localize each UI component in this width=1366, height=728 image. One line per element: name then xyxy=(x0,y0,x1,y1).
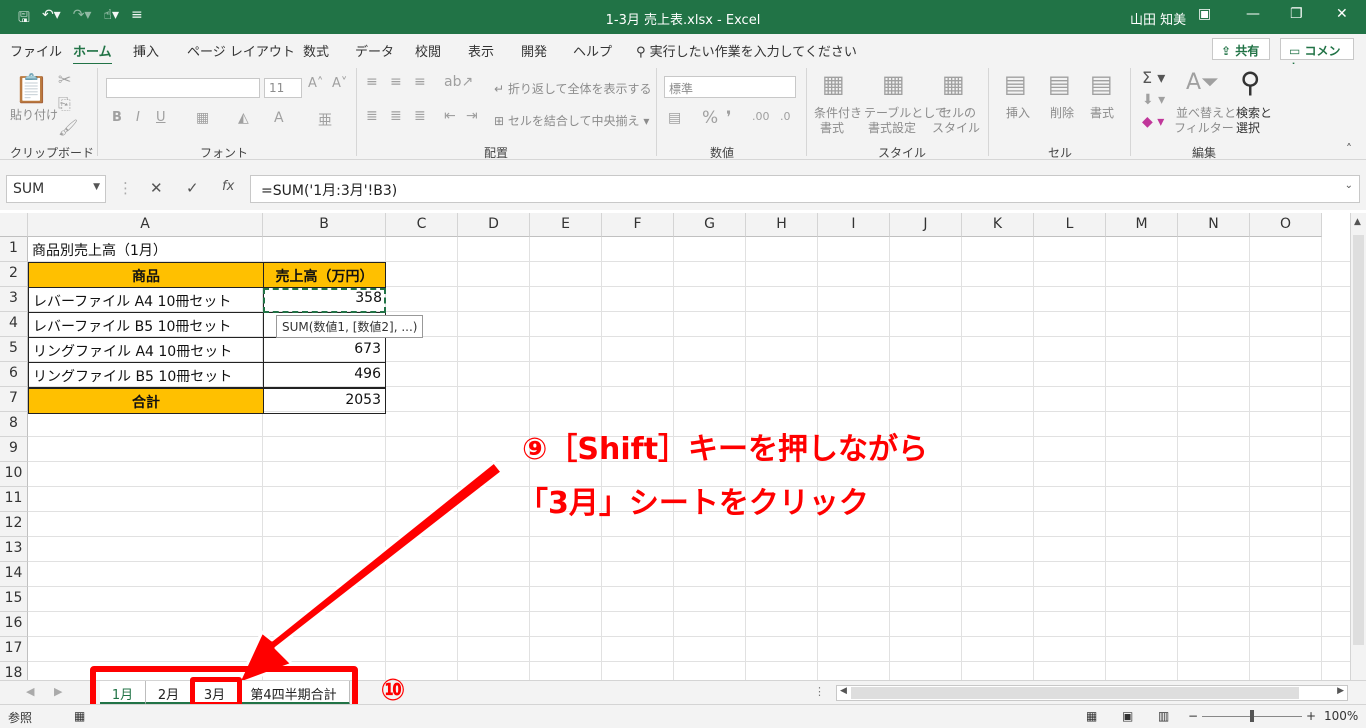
zoom-in-icon[interactable]: + xyxy=(1306,709,1316,723)
macro-record-icon[interactable]: ▦ xyxy=(74,709,85,723)
status-mode: 参照 xyxy=(8,711,33,725)
zoom-slider-thumb[interactable] xyxy=(1250,710,1254,722)
horizontal-scroll-thumb[interactable] xyxy=(851,687,1299,699)
annotation-arrow xyxy=(236,460,504,686)
more-icon: ⋮ xyxy=(814,685,825,698)
annotation-frame-tab3 xyxy=(190,677,242,707)
prev-sheet-icon[interactable]: ◀ xyxy=(26,685,34,698)
horizontal-scrollbar[interactable]: ◀ ▶ xyxy=(836,685,1348,701)
zoom-level[interactable]: 100% xyxy=(1324,709,1358,723)
zoom-out-icon[interactable]: − xyxy=(1188,709,1198,723)
page-layout-view-icon[interactable]: ▣ xyxy=(1122,709,1133,723)
annotation-step9-line2: 「3月」シートをクリック xyxy=(518,486,869,521)
next-sheet-icon[interactable]: ▶ xyxy=(54,685,62,698)
annotation-arrow-shape xyxy=(236,460,504,686)
scroll-left-icon[interactable]: ◀ xyxy=(840,686,847,696)
zoom-slider[interactable] xyxy=(1202,710,1302,722)
status-bar: 参照 ▦ ▦ ▣ ▥ − + 100% xyxy=(0,704,1366,728)
page-break-view-icon[interactable]: ▥ xyxy=(1158,709,1169,723)
normal-view-icon[interactable]: ▦ xyxy=(1086,709,1097,723)
annotation-step9: ⑨［Shift］キーを押しながら xyxy=(522,432,929,467)
scroll-right-icon[interactable]: ▶ xyxy=(1337,686,1344,696)
